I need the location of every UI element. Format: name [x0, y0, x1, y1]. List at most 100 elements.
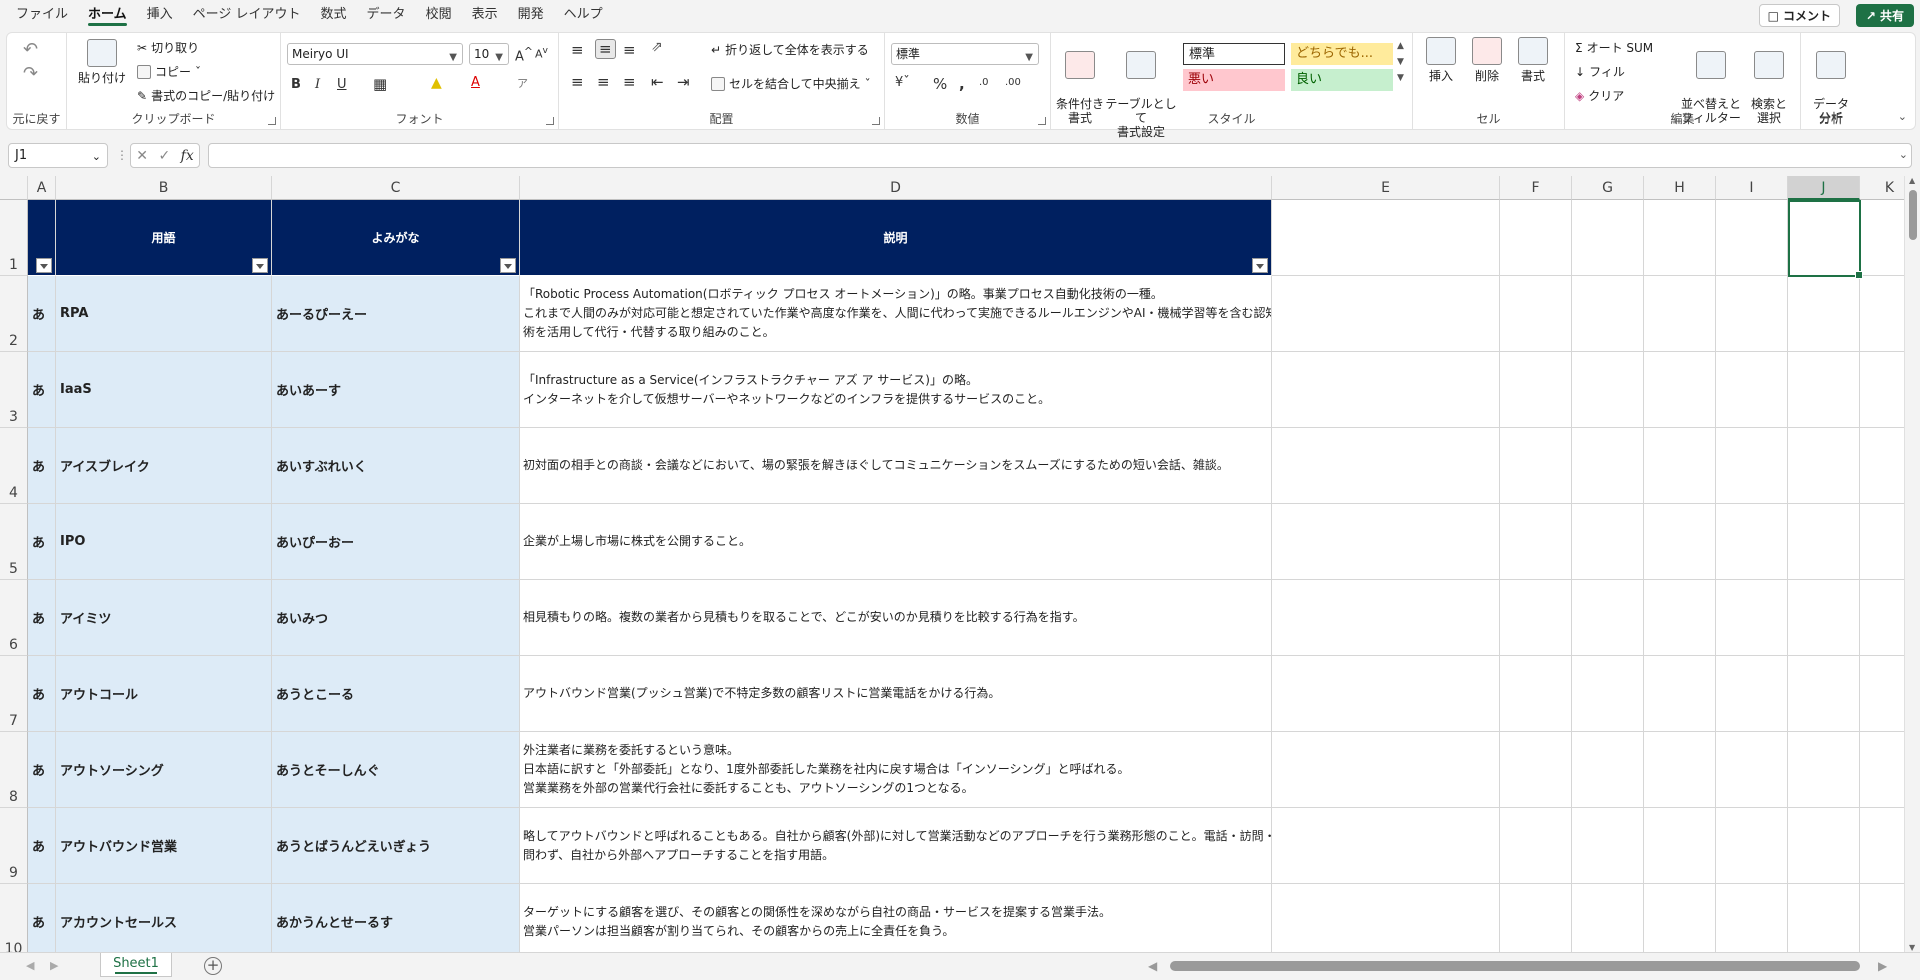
- row-header[interactable]: 4: [0, 428, 28, 504]
- column-header-h[interactable]: H: [1644, 176, 1716, 200]
- bold-button[interactable]: B: [291, 77, 301, 92]
- share-button[interactable]: ↗ 共有: [1855, 4, 1914, 27]
- grow-font-icon[interactable]: A^: [515, 45, 533, 64]
- term-cell[interactable]: アウトバウンド営業: [56, 808, 272, 884]
- autosum-button[interactable]: Σ オート SUM: [1575, 39, 1653, 56]
- tab-page-layout[interactable]: ページ レイアウト: [183, 0, 311, 30]
- empty-cell[interactable]: [1272, 428, 1500, 504]
- insert-cells-button[interactable]: 挿入: [1419, 37, 1463, 83]
- column-header-g[interactable]: G: [1572, 176, 1644, 200]
- next-sheet-icon[interactable]: ▶: [50, 959, 58, 972]
- row-header[interactable]: 7: [0, 656, 28, 732]
- description-cell[interactable]: 略してアウトバウンドと呼ばれることもある。自社から顧客(外部)に対して営業活動な…: [520, 808, 1272, 884]
- empty-cell[interactable]: [1644, 504, 1716, 580]
- empty-cell[interactable]: [1716, 656, 1788, 732]
- empty-cell[interactable]: [1572, 732, 1644, 808]
- align-top-icon[interactable]: ≡: [571, 41, 584, 59]
- tab-file[interactable]: ファイル: [6, 0, 78, 30]
- style-bad[interactable]: 悪い: [1183, 69, 1285, 91]
- term-cell[interactable]: アカウントセールス: [56, 884, 272, 952]
- sheet-tab-sheet1[interactable]: Sheet1: [100, 953, 172, 977]
- insert-function-icon[interactable]: fx: [181, 148, 194, 164]
- row-header-1[interactable]: 1: [0, 200, 28, 276]
- empty-cell[interactable]: [1644, 276, 1716, 352]
- description-cell[interactable]: 企業が上場し市場に株式を公開すること。: [520, 504, 1272, 580]
- empty-cell[interactable]: [1272, 276, 1500, 352]
- column-header-j[interactable]: J: [1788, 176, 1860, 200]
- empty-cell[interactable]: [1788, 732, 1860, 808]
- reading-cell[interactable]: あいあーす: [272, 352, 520, 428]
- index-cell[interactable]: あ: [28, 884, 56, 952]
- number-launcher-icon[interactable]: [1038, 117, 1046, 125]
- fill-button[interactable]: ↓ フィル: [1575, 63, 1625, 80]
- index-cell[interactable]: あ: [28, 276, 56, 352]
- empty-cell[interactable]: [1500, 504, 1572, 580]
- row-header[interactable]: 8: [0, 732, 28, 808]
- row-header[interactable]: 3: [0, 352, 28, 428]
- underline-button[interactable]: U: [337, 77, 347, 92]
- row-header[interactable]: 6: [0, 580, 28, 656]
- increase-indent-icon[interactable]: ⇥: [677, 73, 690, 91]
- percent-button[interactable]: %: [933, 75, 947, 93]
- empty-cell[interactable]: [1644, 200, 1716, 276]
- select-all-corner[interactable]: [0, 176, 28, 200]
- empty-cell[interactable]: [1572, 580, 1644, 656]
- style-scroll[interactable]: ▲ ▼ ▼: [1397, 41, 1404, 83]
- empty-cell[interactable]: [1644, 884, 1716, 952]
- comma-icon[interactable]: ,: [959, 75, 965, 93]
- phonetic-icon[interactable]: ア: [517, 75, 528, 91]
- term-cell[interactable]: アイスブレイク: [56, 428, 272, 504]
- empty-cell[interactable]: [1572, 352, 1644, 428]
- tab-help[interactable]: ヘルプ: [554, 0, 613, 30]
- empty-cell[interactable]: [1272, 200, 1500, 276]
- tab-home[interactable]: ホーム: [78, 0, 137, 30]
- empty-cell[interactable]: [1788, 276, 1860, 352]
- filter-dropdown-icon[interactable]: [36, 258, 52, 273]
- reading-cell[interactable]: あいすぶれいく: [272, 428, 520, 504]
- empty-cell[interactable]: [1572, 808, 1644, 884]
- empty-cell[interactable]: [1272, 504, 1500, 580]
- empty-cell[interactable]: [1788, 580, 1860, 656]
- clear-button[interactable]: ◈ クリア: [1575, 87, 1624, 104]
- empty-cell[interactable]: [1500, 656, 1572, 732]
- empty-cell[interactable]: [1644, 580, 1716, 656]
- empty-cell[interactable]: [1644, 428, 1716, 504]
- reading-cell[interactable]: あうとこーる: [272, 656, 520, 732]
- name-box[interactable]: J1 ⌄: [8, 143, 108, 168]
- empty-cell[interactable]: [1644, 808, 1716, 884]
- tab-formulas[interactable]: 数式: [311, 0, 357, 30]
- filter-dropdown-icon[interactable]: [252, 258, 268, 273]
- empty-cell[interactable]: [1500, 808, 1572, 884]
- term-cell[interactable]: アイミツ: [56, 580, 272, 656]
- style-good[interactable]: 良い: [1291, 69, 1393, 91]
- column-header-b[interactable]: B: [56, 176, 272, 200]
- column-header-e[interactable]: E: [1272, 176, 1500, 200]
- cancel-icon[interactable]: ✕: [136, 148, 148, 164]
- merge-center-button[interactable]: セルを結合して中央揃え ˇ: [711, 75, 871, 92]
- term-cell[interactable]: IPO: [56, 504, 272, 580]
- empty-cell[interactable]: [1272, 808, 1500, 884]
- empty-cell[interactable]: [1572, 884, 1644, 952]
- clipboard-launcher-icon[interactable]: [268, 117, 276, 125]
- empty-cell[interactable]: [1272, 352, 1500, 428]
- increase-decimal-icon[interactable]: .0: [979, 77, 989, 88]
- column-header-i[interactable]: I: [1716, 176, 1788, 200]
- filter-dropdown-icon[interactable]: [1252, 258, 1268, 273]
- column-header-f[interactable]: F: [1500, 176, 1572, 200]
- column-header-d[interactable]: D: [520, 176, 1272, 200]
- header-cell-description[interactable]: 説明: [520, 200, 1272, 276]
- empty-cell[interactable]: [1716, 200, 1788, 276]
- style-normal[interactable]: 標準: [1183, 43, 1285, 65]
- term-cell[interactable]: RPA: [56, 276, 272, 352]
- description-cell[interactable]: ターゲットにする顧客を選び、その顧客との関係性を深めながら自社の商品・サービスを…: [520, 884, 1272, 952]
- index-cell[interactable]: あ: [28, 580, 56, 656]
- style-neutral[interactable]: どちらでも...: [1291, 43, 1393, 65]
- tab-insert[interactable]: 挿入: [137, 0, 183, 30]
- empty-cell[interactable]: [1788, 428, 1860, 504]
- description-cell[interactable]: 初対面の相手との商談・会議などにおいて、場の緊張を解きほぐしてコミュニケーション…: [520, 428, 1272, 504]
- index-cell[interactable]: あ: [28, 352, 56, 428]
- italic-button[interactable]: I: [315, 77, 320, 92]
- format-cells-button[interactable]: 書式: [1511, 37, 1555, 83]
- currency-icon[interactable]: ¥ˇ: [895, 75, 910, 90]
- cut-button[interactable]: ✂ 切り取り: [137, 39, 199, 56]
